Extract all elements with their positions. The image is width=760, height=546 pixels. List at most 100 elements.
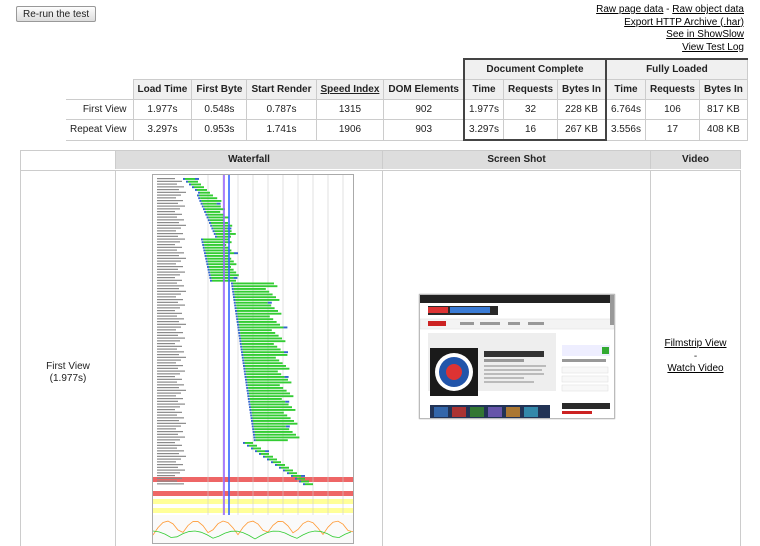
waterfall-dns-segment bbox=[208, 274, 211, 277]
waterfall-thumbnail[interactable] bbox=[152, 174, 354, 544]
waterfall-dns-segment bbox=[251, 447, 253, 450]
cell: 408 KB bbox=[698, 119, 748, 141]
waterfall-dns-segment bbox=[205, 257, 208, 260]
waterfall-download-bar bbox=[293, 475, 301, 477]
col-full-requests: Requests bbox=[644, 79, 700, 100]
waterfall-download-bar bbox=[254, 431, 293, 433]
screenshot-cell bbox=[383, 170, 651, 546]
waterfall-download-bar bbox=[240, 334, 279, 337]
waterfall-download-bar bbox=[207, 260, 234, 263]
waterfall-url-text bbox=[157, 216, 177, 218]
waterfall-download-bar bbox=[233, 288, 266, 290]
waterfall-url-text bbox=[157, 285, 184, 287]
raw-object-data-link[interactable]: Raw object data bbox=[672, 4, 744, 15]
waterfall-url-text bbox=[157, 318, 184, 320]
waterfall-url-text bbox=[157, 326, 181, 328]
export-links: Raw page data - Raw object data Export H… bbox=[596, 4, 744, 54]
waterfall-url-text bbox=[157, 183, 177, 185]
waterfall-url-text bbox=[157, 282, 177, 284]
waterfall-url-text bbox=[157, 180, 182, 182]
waterfall-download-bar bbox=[240, 332, 276, 334]
col-speed-index-link[interactable]: Speed Index bbox=[315, 79, 385, 100]
waterfall-dns-segment bbox=[238, 332, 241, 334]
waterfall-dns-segment bbox=[246, 387, 249, 389]
showslow-link[interactable]: See in ShowSlow bbox=[666, 29, 744, 40]
waterfall-download-bar bbox=[251, 411, 284, 414]
waterfall-dns-segment bbox=[199, 200, 202, 202]
waterfall-url-text bbox=[157, 233, 183, 235]
screenshot-header: Screen Shot bbox=[383, 151, 651, 169]
waterfall-dns-segment bbox=[245, 384, 248, 387]
waterfall-url-text bbox=[157, 464, 183, 466]
video-cell: Filmstrip View - Watch Video bbox=[651, 170, 741, 546]
waterfall-dns-segment bbox=[198, 191, 200, 194]
rerun-test-button[interactable]: Re-run the test bbox=[16, 6, 97, 22]
watch-video-link[interactable]: Watch Video bbox=[667, 363, 723, 374]
waterfall-cpu-area bbox=[153, 515, 353, 543]
waterfall-download-bar bbox=[245, 367, 290, 370]
cell: 267 KB bbox=[557, 119, 607, 141]
waterfall-dns-segment bbox=[201, 238, 203, 241]
waterfall-url-text bbox=[157, 208, 180, 210]
waterfall-blue-segment bbox=[284, 351, 288, 354]
waterfall-url-text bbox=[157, 329, 176, 331]
export-har-link[interactable]: Export HTTP Archive (.har) bbox=[624, 17, 744, 28]
waterfall-dns-segment bbox=[255, 450, 257, 453]
waterfall-download-bar bbox=[235, 299, 280, 301]
waterfall-blue-segment bbox=[284, 376, 289, 378]
cell: 3.297s bbox=[132, 119, 193, 141]
waterfall-dns-segment bbox=[207, 266, 209, 268]
waterfall-download-bar bbox=[251, 409, 296, 411]
waterfall-dns-segment bbox=[201, 241, 204, 244]
waterfall-dns-segment bbox=[205, 213, 208, 216]
cell: 1.741s bbox=[246, 119, 317, 141]
screenshot-thumbnail[interactable] bbox=[419, 294, 615, 419]
waterfall-dns-segment bbox=[237, 326, 240, 329]
waterfall-blue-segment bbox=[301, 475, 305, 477]
waterfall-url-text bbox=[157, 354, 179, 356]
cell: 903 bbox=[383, 119, 465, 141]
waterfall-url-text bbox=[157, 461, 176, 463]
waterfall-url-text bbox=[157, 398, 183, 400]
cell: 16 bbox=[503, 119, 559, 141]
waterfall-dns-segment bbox=[251, 425, 254, 428]
waterfall-dns-segment bbox=[267, 458, 269, 461]
cell: 106 bbox=[644, 99, 700, 120]
table-row-repeat-view: Repeat View 3.297s 0.953s 1.741s 1906 90… bbox=[66, 119, 748, 141]
waterfall-dns-segment bbox=[201, 205, 204, 208]
waterfall-download-bar bbox=[301, 480, 309, 483]
waterfall-url-text bbox=[157, 321, 179, 323]
waterfall-download-bar bbox=[244, 362, 283, 365]
link-separator: - bbox=[663, 4, 673, 15]
waterfall-url-text bbox=[157, 255, 179, 257]
waterfall-download-bar bbox=[242, 348, 281, 351]
waterfall-download-bar bbox=[241, 337, 282, 340]
waterfall-dns-segment bbox=[249, 406, 251, 409]
waterfall-download-bar bbox=[211, 222, 228, 224]
col-load-time: Load Time bbox=[132, 79, 193, 100]
raw-page-data-link[interactable]: Raw page data bbox=[596, 4, 663, 15]
waterfall-url-text bbox=[157, 455, 186, 457]
waterfall-url-text bbox=[157, 211, 175, 213]
waterfall-download-bar bbox=[206, 252, 234, 255]
waterfall-download-bar bbox=[248, 389, 287, 392]
waterfall-url-text bbox=[157, 417, 184, 419]
waterfall-url-text bbox=[157, 425, 181, 427]
waterfall-url-text bbox=[157, 466, 178, 468]
waterfall-dns-segment bbox=[246, 389, 249, 392]
view-test-log-link[interactable]: View Test Log bbox=[682, 42, 744, 53]
waterfall-download-bar bbox=[246, 376, 285, 378]
waterfall-download-bar bbox=[242, 345, 278, 348]
waterfall-url-text bbox=[157, 367, 178, 369]
waterfall-url-text bbox=[157, 230, 176, 232]
waterfall-url-text bbox=[157, 480, 177, 482]
video-header: Video bbox=[651, 151, 741, 169]
waterfall-url-text bbox=[157, 249, 177, 251]
waterfall-blue-segment bbox=[267, 301, 272, 304]
waterfall-download-bar bbox=[245, 442, 253, 444]
waterfall-url-text bbox=[157, 186, 184, 188]
waterfall-download-bar bbox=[236, 304, 272, 307]
waterfall-download-bar bbox=[245, 365, 286, 367]
filmstrip-view-link[interactable]: Filmstrip View bbox=[664, 338, 726, 349]
waterfall-dns-segment bbox=[295, 477, 297, 480]
